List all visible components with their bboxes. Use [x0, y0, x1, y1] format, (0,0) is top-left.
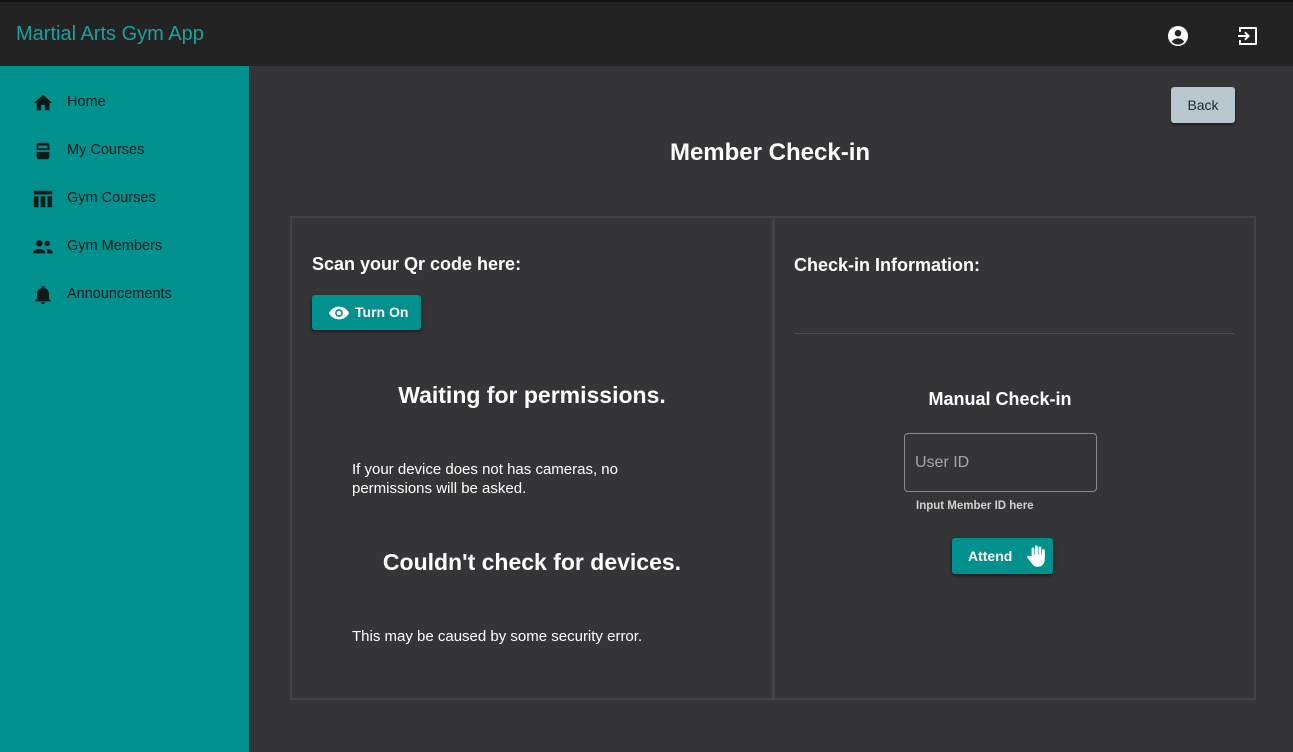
error-heading: Couldn't check for devices.	[382, 549, 682, 575]
waiting-heading: Waiting for permissions.	[398, 382, 666, 408]
sidebar: Home My Courses Gym Courses Gym Members …	[0, 66, 250, 752]
turn-on-camera-button[interactable]: Turn On	[312, 295, 421, 330]
top-app-bar: Martial Arts Gym App	[0, 0, 1293, 66]
sidebar-item-label: Home	[67, 94, 106, 110]
attend-label: Attend	[968, 548, 1013, 564]
sidebar-item-gym-members[interactable]: Gym Members	[0, 224, 249, 272]
eye-icon	[328, 302, 350, 324]
scan-title: Scan your Qr code here:	[312, 254, 522, 274]
sidebar-item-label: Gym Members	[67, 238, 163, 254]
attend-button[interactable]: Attend	[952, 538, 1053, 574]
people-icon	[32, 236, 54, 258]
karate-gi-icon	[32, 140, 54, 162]
hand-icon	[1024, 543, 1050, 569]
sidebar-item-label: Announcements	[67, 286, 172, 302]
sidebar-item-announcements[interactable]: Announcements	[0, 272, 249, 320]
sidebar-item-gym-courses[interactable]: Gym Courses	[0, 176, 249, 224]
home-icon	[32, 92, 54, 114]
user-id-input[interactable]	[904, 433, 1097, 492]
sidebar-item-my-courses[interactable]: My Courses	[0, 128, 249, 176]
logout-icon[interactable]	[1236, 24, 1260, 48]
sidebar-item-home[interactable]: Home	[0, 80, 249, 128]
divider	[794, 333, 1234, 334]
sidebar-item-label: My Courses	[67, 142, 145, 158]
sidebar-item-label: Gym Courses	[67, 190, 156, 206]
waiting-text: If your device does not has cameras, no …	[352, 461, 618, 497]
turn-on-label: Turn On	[355, 304, 409, 320]
manual-checkin-title: Manual Check-in	[928, 389, 1072, 409]
bell-icon	[32, 284, 54, 306]
checkin-info-title: Check-in Information:	[794, 255, 981, 275]
account-circle-icon[interactable]	[1166, 24, 1190, 48]
table-icon	[32, 188, 54, 210]
back-button[interactable]: Back	[1171, 87, 1235, 123]
page-title: Member Check-in	[669, 139, 871, 166]
error-text: This may be caused by some security erro…	[352, 628, 643, 645]
app-title[interactable]: Martial Arts Gym App	[16, 23, 204, 46]
user-id-helper-text: Input Member ID here	[916, 500, 1034, 512]
